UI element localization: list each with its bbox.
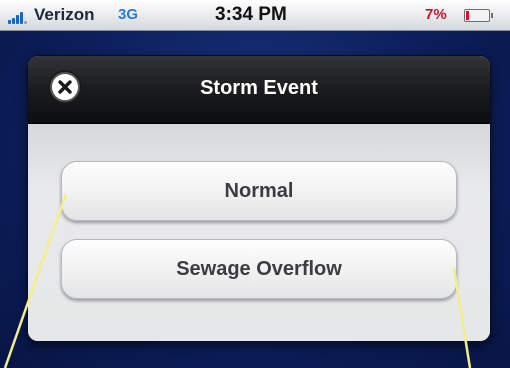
status-bar: Verizon 3G 3:34 PM 7%	[0, 0, 510, 31]
battery-percent: 7%	[425, 6, 447, 23]
storm-event-dialog: Storm Event Normal Sewage Overflow	[28, 56, 490, 341]
dialog-header: Storm Event	[28, 56, 490, 124]
dialog-title: Storm Event	[200, 77, 318, 99]
signal-strength-icon	[8, 10, 30, 24]
clock: 3:34 PM	[215, 4, 287, 25]
dialog-body	[28, 124, 490, 341]
battery-icon	[464, 9, 493, 22]
network-type: 3G	[118, 6, 139, 23]
normal-button[interactable]: Normal	[61, 161, 457, 221]
sewage-overflow-button[interactable]: Sewage Overflow	[61, 239, 457, 299]
carrier-name: Verizon	[34, 5, 95, 24]
